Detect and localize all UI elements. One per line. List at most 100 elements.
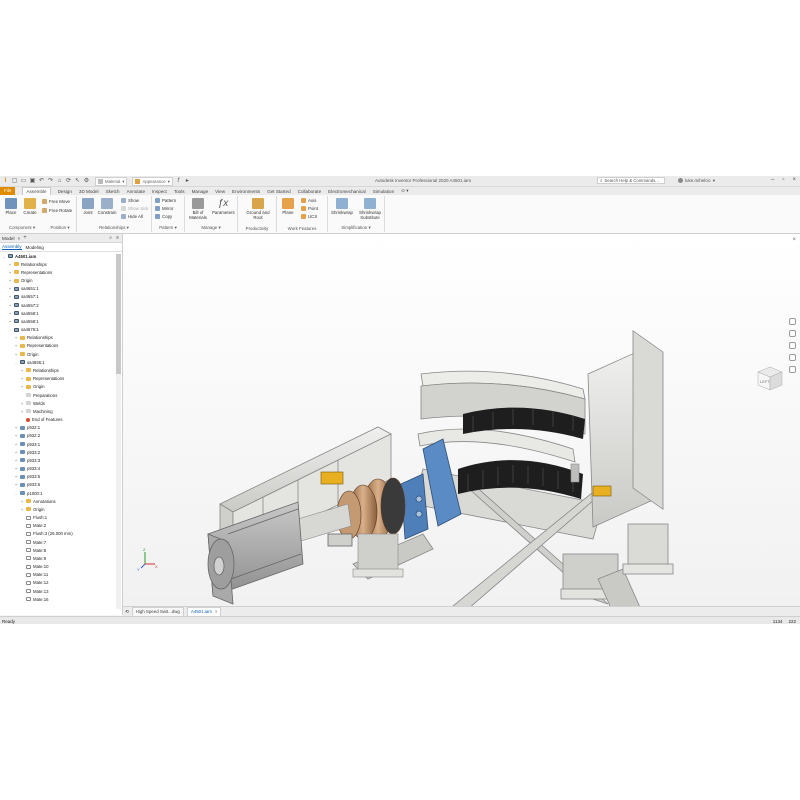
tree-node[interactable]: - sa4676:1: [0, 326, 114, 334]
show-sick-button[interactable]: Show Sick: [121, 206, 149, 211]
close-icon[interactable]: ×: [215, 609, 218, 614]
tree-node[interactable]: + Origin: [0, 277, 114, 285]
tree-node[interactable]: Mate:8: [0, 546, 114, 554]
pan-hand-icon[interactable]: [789, 330, 796, 337]
tree-expander-icon[interactable]: +: [8, 262, 12, 267]
tree-node[interactable]: + Relationships: [0, 334, 114, 342]
assembly-model-render[interactable]: LEFT X Z Y: [123, 234, 800, 606]
select-cursor-icon[interactable]: ↖: [74, 178, 81, 185]
minimize-icon[interactable]: –: [771, 177, 774, 183]
tab-inspect[interactable]: Inspect: [152, 189, 167, 194]
update-icon[interactable]: ⟳: [65, 178, 72, 185]
maximize-icon[interactable]: ▫: [782, 177, 784, 183]
ucs-button[interactable]: UCS: [301, 214, 317, 219]
tab-3d-model[interactable]: 3D Model: [79, 189, 99, 194]
tree-expander-icon[interactable]: -: [14, 360, 18, 365]
tree-node[interactable]: + Origin: [0, 350, 114, 358]
more-icon[interactable]: ▸: [184, 178, 191, 185]
tree-node[interactable]: + Machining: [0, 407, 114, 415]
tree-node[interactable]: - p1000:1: [0, 489, 114, 497]
point-button[interactable]: Point: [301, 206, 318, 211]
ribbon-options-icon[interactable]: ⊙ ▾: [401, 188, 408, 194]
tree-expander-icon[interactable]: +: [14, 442, 18, 447]
plane-button[interactable]: Plane: [277, 198, 299, 215]
tab-scroll-left-icon[interactable]: ⟲: [125, 609, 129, 615]
tree-node[interactable]: Preparations: [0, 391, 114, 399]
tree-node[interactable]: + Representations: [0, 268, 114, 276]
tree-node[interactable]: + p933:5: [0, 473, 114, 481]
tab-design[interactable]: Design: [58, 189, 72, 194]
tree-node[interactable]: Flush:1: [0, 514, 114, 522]
tree-expander-icon[interactable]: +: [14, 466, 18, 471]
look-at-icon[interactable]: [789, 366, 796, 373]
tree-expander-icon[interactable]: +: [20, 376, 24, 381]
doc-tab-drawing[interactable]: High Speed Swit...dwg: [131, 606, 184, 617]
graphics-viewport[interactable]: × LEFT X Z Y: [123, 234, 800, 606]
tree-expander-icon[interactable]: +: [14, 343, 18, 348]
parameters-button[interactable]: ƒx Parameters: [212, 198, 235, 215]
tree-expander-icon[interactable]: +: [20, 384, 24, 389]
tree-expander-icon[interactable]: +: [14, 352, 18, 357]
material-dropdown[interactable]: Material ▾: [95, 177, 128, 186]
tree-node[interactable]: + sa4659:1: [0, 317, 114, 325]
settings-gear-icon[interactable]: ⚙: [83, 178, 90, 185]
position-panel-label[interactable]: Position ▾: [44, 225, 76, 232]
tree-node[interactable]: + p933:3: [0, 456, 114, 464]
tab-electromechanical[interactable]: Electromechanical: [328, 189, 366, 194]
tree-node[interactable]: End of Features: [0, 415, 114, 423]
zoom-icon[interactable]: [789, 342, 796, 349]
tab-annotate[interactable]: Annotate: [127, 189, 145, 194]
tree-node[interactable]: + Annotations: [0, 497, 114, 505]
manage-panel-label[interactable]: Manage ▾: [185, 225, 237, 231]
tree-node[interactable]: + p933:1: [0, 440, 114, 448]
new-file-icon[interactable]: ▢: [11, 178, 18, 185]
tree-expander-icon[interactable]: +: [20, 409, 24, 414]
tree-node[interactable]: Mate:2: [0, 522, 114, 530]
tree-expander-icon[interactable]: +: [14, 425, 18, 430]
tree-node[interactable]: Mate:9: [0, 554, 114, 562]
tree-node[interactable]: + Representations: [0, 375, 114, 383]
redo-icon[interactable]: ↷: [47, 178, 54, 185]
tree-node[interactable]: - A4501.iam: [0, 252, 114, 260]
axis-button[interactable]: Axis: [301, 198, 316, 203]
close-icon[interactable]: ×: [792, 177, 796, 183]
user-account[interactable]: luke.mihelcic ▾: [678, 178, 715, 184]
tab-collaborate[interactable]: Collaborate: [298, 189, 322, 194]
constrain-button[interactable]: Constrain: [96, 198, 118, 215]
orbit-icon[interactable]: [789, 354, 796, 361]
tree-node[interactable]: + Relationships: [0, 260, 114, 268]
undo-icon[interactable]: ↶: [38, 178, 45, 185]
view-cube[interactable]: LEFT: [757, 366, 783, 391]
close-icon[interactable]: ×: [18, 236, 21, 241]
tree-expander-icon[interactable]: -: [14, 491, 18, 496]
tab-environments[interactable]: Environments: [232, 189, 260, 194]
tree-node[interactable]: Mate:12: [0, 579, 114, 587]
tree-expander-icon[interactable]: +: [20, 401, 24, 406]
ground-and-root-button[interactable]: Ground and Root: [244, 198, 272, 220]
tree-node[interactable]: Mate:10: [0, 563, 114, 571]
menu-icon[interactable]: ≡: [116, 235, 119, 241]
tree-node[interactable]: + Origin: [0, 505, 114, 513]
show-button[interactable]: Show: [121, 198, 139, 203]
tree-expander-icon[interactable]: +: [14, 482, 18, 487]
tree-expander-icon[interactable]: +: [8, 286, 12, 291]
relationships-panel-label[interactable]: Relationships ▾: [77, 225, 151, 231]
tree-expander-icon[interactable]: +: [14, 335, 18, 340]
doc-tab-assembly[interactable]: A4501.iam ×: [186, 606, 222, 617]
tree-node[interactable]: + Origin: [0, 383, 114, 391]
tree-expander-icon[interactable]: +: [14, 458, 18, 463]
fx-icon[interactable]: f: [175, 178, 182, 185]
shrinkwrap-substitute-button[interactable]: Shrinkwrap Substitute: [356, 198, 384, 220]
pattern-panel-label[interactable]: Pattern ▾: [152, 225, 184, 231]
tree-expander-icon[interactable]: +: [14, 450, 18, 455]
tree-node[interactable]: Mate:16: [0, 595, 114, 603]
create-button[interactable]: Create: [19, 198, 41, 215]
tab-sketch[interactable]: Sketch: [106, 189, 120, 194]
tab-assembly[interactable]: Assembly: [2, 244, 22, 250]
tree-node[interactable]: + Welds: [0, 399, 114, 407]
tree-node[interactable]: + Relationships: [0, 366, 114, 374]
tree-expander-icon[interactable]: +: [8, 278, 12, 283]
home-icon[interactable]: ⌂: [56, 178, 63, 185]
tree-node[interactable]: Mate:11: [0, 571, 114, 579]
copy-button[interactable]: Copy: [155, 214, 172, 219]
